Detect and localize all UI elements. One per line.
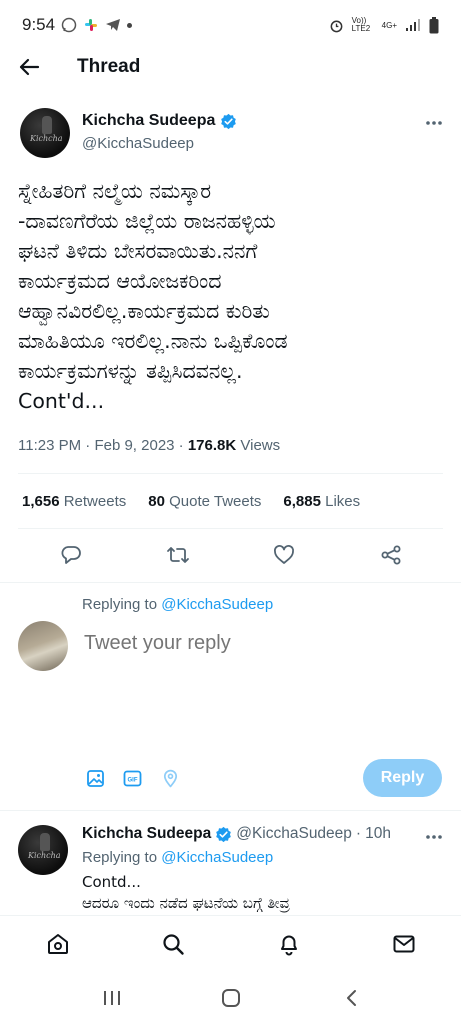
quotes-label: Quote Tweets [169, 493, 262, 510]
home-icon [48, 934, 68, 954]
share-action-button[interactable] [378, 542, 404, 568]
user-avatar[interactable] [18, 621, 68, 671]
nav-home[interactable] [44, 930, 72, 958]
reply-tweet[interactable]: Kichcha Kichcha Sudeepa @KicchaSudeep · … [0, 820, 461, 915]
status-time: 9:54 [22, 15, 56, 34]
reply-action-button[interactable] [58, 542, 84, 568]
bottom-nav [0, 915, 461, 972]
reply-text: Contd... ಆದರೂ ಇಂದು ನಡೆದ ಘಟನೆಯ ಬಗ್ಗೆ ತೀವ್… [82, 873, 290, 912]
reply-header: Kichcha Sudeepa @KicchaSudeep · 10h [82, 825, 391, 843]
retweets-stat[interactable]: 1,656 Retweets [22, 493, 126, 510]
avatar-figure [40, 833, 50, 851]
likes-count: 6,885 [283, 493, 321, 510]
verified-badge-icon [221, 113, 237, 129]
system-nav-bar [0, 972, 461, 1024]
reply-replying-prefix: Replying to [82, 849, 158, 866]
gif-icon-label: GIF [127, 777, 137, 783]
network-type: 4G+ [381, 20, 397, 30]
author-handle[interactable]: @KicchaSudeep [82, 135, 194, 152]
likes-label: Likes [325, 493, 361, 510]
home-circle-icon [222, 989, 240, 1007]
whatsapp-icon [61, 17, 77, 33]
home-system-button[interactable] [216, 984, 246, 1012]
author-name-text: Kichcha Sudeepa [82, 112, 216, 129]
verified-badge-icon [216, 826, 232, 842]
tweet-text: ಸ್ನೇಹಿತರಿಗೆ ನಲ್ಮೆಯ ನಮಸ್ಕಾರ -ದಾವಣಗೆರೆಯ ಜಿ… [18, 179, 288, 413]
tweet-stats: 1,656 Retweets 80 Quote Tweets 6,885 Lik… [22, 493, 360, 510]
image-icon [86, 769, 104, 787]
gif-icon: GIF [123, 770, 141, 786]
nav-messages[interactable] [390, 930, 418, 958]
divider [18, 528, 443, 529]
nav-search[interactable] [159, 930, 187, 958]
views-link[interactable]: 176.8K Views [188, 437, 280, 454]
more-options-button[interactable] [425, 110, 443, 131]
slack-icon [85, 19, 98, 31]
tweet-date: Feb 9, 2023 [94, 437, 175, 454]
quotes-stat[interactable]: 80 Quote Tweets [148, 493, 261, 510]
signal-icon [406, 19, 420, 31]
reply-replying-handle[interactable]: @KicchaSudeep [161, 849, 273, 866]
mail-icon [393, 935, 415, 953]
system-back-button[interactable] [337, 984, 367, 1012]
replying-to: Replying to @KicchaSudeep [82, 596, 273, 613]
arrow-left-icon [19, 58, 40, 76]
add-location-button[interactable] [159, 767, 181, 789]
like-action-button[interactable] [271, 542, 297, 568]
page-title: Thread [77, 56, 141, 77]
avatar-figure [42, 116, 52, 134]
replying-handle[interactable]: @KicchaSudeep [161, 596, 273, 613]
divider [0, 582, 461, 583]
views-count: 176.8K [187, 437, 237, 454]
tweet-time: 11:23 PM [18, 437, 82, 454]
bell-icon [281, 935, 297, 956]
author-avatar[interactable]: Kichcha [20, 108, 70, 158]
add-image-button[interactable] [84, 767, 106, 789]
tweet-actions [0, 542, 461, 570]
telegram-icon [106, 19, 121, 31]
heart-icon [274, 545, 294, 564]
recent-apps-button[interactable] [97, 984, 127, 1012]
replying-prefix: Replying to [82, 596, 158, 613]
retweets-label: Retweets [63, 493, 127, 510]
back-button[interactable] [16, 54, 42, 80]
comment-icon [61, 546, 81, 564]
search-icon [163, 934, 184, 955]
avatar-signature: Kichcha [28, 851, 61, 860]
recent-apps-icon [104, 991, 120, 1005]
retweet-icon [167, 547, 189, 563]
more-horizontal-icon [426, 835, 442, 839]
views-label: Views [240, 437, 281, 454]
tweet-meta: 11:23 PM · Feb 9, 2023 · 176.8K Views [18, 437, 281, 454]
reply-button[interactable]: Reply [363, 759, 442, 797]
battery-icon [429, 16, 439, 33]
reply-more-options-button[interactable] [425, 824, 443, 845]
alarm-icon [330, 20, 343, 32]
add-gif-button[interactable]: GIF [121, 767, 143, 789]
network-label: Vo)) LTE2 [351, 16, 371, 33]
reply-author-name[interactable]: Kichcha Sudeepa [82, 825, 211, 843]
reply-input[interactable] [84, 632, 424, 655]
reply-age: 10h [365, 825, 391, 842]
author-name[interactable]: Kichcha Sudeepa [82, 112, 237, 130]
status-bar: 9:54 Vo)) LTE2 4G+ [0, 0, 461, 50]
retweet-action-button[interactable] [165, 542, 191, 568]
separator-dot: · [355, 825, 362, 842]
notification-dot [127, 22, 133, 28]
thread-header: Thread [0, 50, 461, 84]
divider [0, 810, 461, 811]
more-horizontal-icon [426, 121, 442, 125]
share-icon [381, 545, 401, 565]
quotes-count: 80 [148, 493, 165, 510]
divider [18, 473, 443, 474]
likes-stat[interactable]: 6,885 Likes [283, 493, 360, 510]
reply-author-handle[interactable]: @KicchaSudeep [236, 825, 352, 843]
avatar-signature: Kichcha [30, 134, 63, 143]
reply-author-avatar[interactable]: Kichcha [18, 825, 68, 875]
nav-notifications[interactable] [275, 930, 303, 958]
retweets-count: 1,656 [22, 493, 60, 510]
chevron-left-icon [347, 990, 356, 1006]
reply-replying-to: Replying to @KicchaSudeep [82, 849, 273, 866]
location-pin-icon [163, 769, 177, 787]
